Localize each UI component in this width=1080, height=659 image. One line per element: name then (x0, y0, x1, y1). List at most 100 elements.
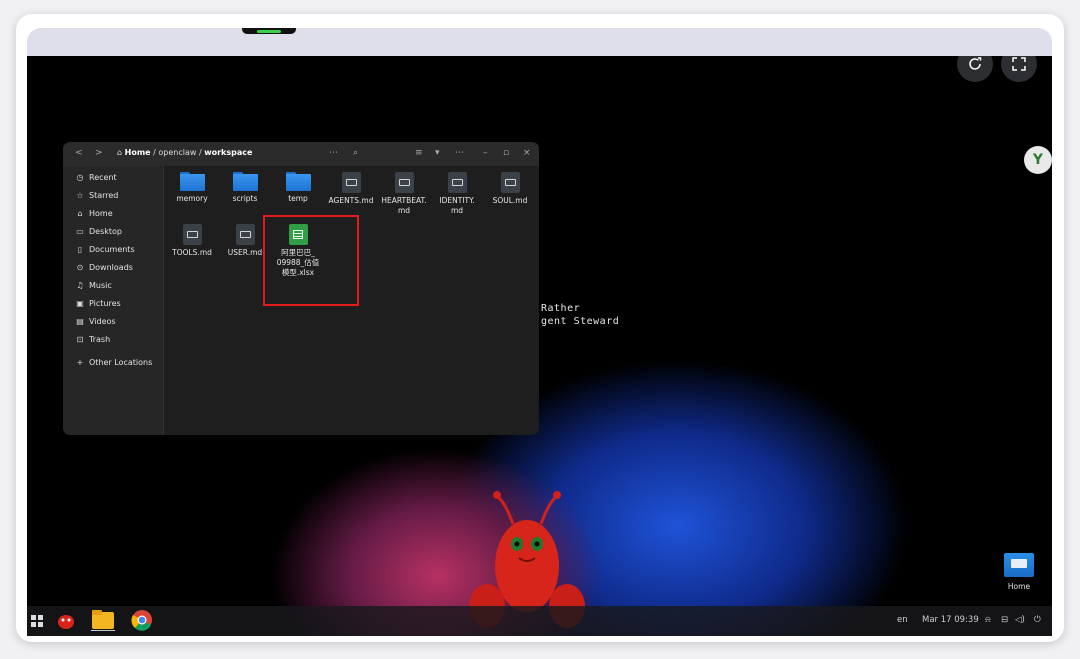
app-grid-icon[interactable] (31, 615, 43, 627)
search-icon[interactable]: ⌕ (353, 148, 358, 158)
breadcrumb-openclaw[interactable]: openclaw (158, 148, 196, 157)
trash-icon: ⊡ (76, 334, 84, 344)
sidebar-item-pictures[interactable]: ▣ Pictures (75, 296, 121, 310)
wallpaper-text-line2: gent Steward (541, 316, 620, 327)
sidebar-item-other-locations[interactable]: + Other Locations (75, 355, 153, 369)
desktop-icon: ▭ (76, 226, 84, 236)
star-icon: ☆ (76, 190, 84, 200)
markdown-file-icon (500, 172, 520, 193)
sidebar-item-label: Other Locations (89, 357, 153, 367)
sidebar-item-label: Home (89, 208, 113, 218)
places-sidebar: ◷ Recent ☆ Starred ⌂ Home ▭ Desktop ▯ Documen… (63, 166, 164, 435)
breadcrumb-separator: / (198, 148, 202, 157)
lobster-app-icon[interactable] (55, 611, 77, 631)
breadcrumb-home[interactable]: Home (125, 148, 151, 157)
reload-icon (969, 57, 982, 70)
desktop-home-shortcut[interactable]: Home (1002, 553, 1036, 591)
maximize-icon[interactable]: ▫ (503, 148, 509, 158)
sidebar-item-label: Trash (89, 334, 111, 344)
file-name: scripts (232, 194, 258, 203)
wallpaper-text-line1: Rather (541, 303, 581, 314)
markdown-file-icon (235, 224, 255, 245)
close-icon[interactable]: × (523, 148, 531, 158)
file-manager-window[interactable]: < > ⌂ Home / openclaw / workspace ⋯ ⌕ ≡ … (63, 142, 539, 435)
sidebar-item-label: Recent (89, 172, 117, 182)
network-icon[interactable]: ⊟ (1001, 615, 1008, 625)
home-crumb-icon[interactable]: ⌂ (117, 148, 122, 157)
sidebar-item-label: Pictures (89, 298, 121, 308)
sidebar-item-label: Starred (89, 190, 119, 200)
breadcrumb-separator: / (153, 148, 156, 157)
view-options-chevron-icon[interactable]: ▾ (435, 148, 440, 158)
sidebar-item-videos[interactable]: ▤ Videos (75, 314, 116, 328)
downloads-icon: ⊙ (76, 262, 84, 272)
breadcrumb: ⌂ Home / openclaw / workspace (117, 148, 252, 157)
more-menu-icon[interactable]: ⋯ (455, 148, 464, 158)
file-name: IDENTITY. md (439, 196, 475, 215)
sidebar-item-music[interactable]: ♫ Music (75, 278, 112, 292)
sidebar-item-home[interactable]: ⌂ Home (75, 206, 113, 220)
power-icon[interactable]: ⏻ (1034, 615, 1041, 625)
sidebar-item-label: Music (89, 280, 112, 290)
file-item-temp[interactable]: temp (269, 172, 327, 204)
camera-indicator (257, 30, 281, 33)
back-icon[interactable]: < (75, 148, 83, 158)
file-item-heartbeat-md[interactable]: HEARTBEAT. md (375, 172, 433, 216)
folder-icon (232, 172, 258, 191)
file-name: TOOLS.md (172, 248, 212, 257)
forward-icon[interactable]: > (95, 148, 103, 158)
file-item-memory[interactable]: memory (163, 172, 221, 204)
desktop-home-label: Home (1007, 582, 1031, 591)
file-name: SOUL.md (492, 196, 528, 205)
notifications-off-icon[interactable]: ⍾ (985, 615, 991, 625)
sidebar-item-label: Documents (89, 244, 135, 254)
sidebar-item-trash[interactable]: ⊡ Trash (75, 332, 111, 346)
sidebar-item-starred[interactable]: ☆ Starred (75, 188, 118, 202)
fullscreen-icon (1012, 57, 1026, 71)
music-icon: ♫ (76, 280, 84, 290)
sidebar-item-label: Desktop (89, 226, 122, 236)
file-item-agents-md[interactable]: AGENTS.md (322, 172, 380, 206)
file-manager-titlebar: < > ⌂ Home / openclaw / workspace ⋯ ⌕ ≡ … (63, 142, 539, 166)
file-name: AGENTS.md (328, 196, 374, 205)
plus-icon: + (76, 357, 84, 367)
path-menu-icon[interactable]: ⋯ (329, 148, 338, 158)
sidebar-item-documents[interactable]: ▯ Documents (75, 242, 135, 256)
folder-icon (179, 172, 205, 191)
breadcrumb-workspace[interactable]: workspace (204, 148, 252, 157)
sidebar-item-desktop[interactable]: ▭ Desktop (75, 224, 122, 238)
device-frame: Y Rather gent Steward < > ⌂ Home / openc… (16, 14, 1064, 642)
markdown-file-icon (394, 172, 414, 193)
documents-icon: ▯ (77, 244, 83, 254)
file-item-soul-md[interactable]: SOUL.md (481, 172, 539, 206)
folder-icon (285, 172, 311, 191)
remote-desktop-screen[interactable]: Y Rather gent Steward < > ⌂ Home / openc… (27, 56, 1052, 636)
markdown-file-icon (182, 224, 202, 245)
browser-top-bar (27, 28, 1052, 56)
sidebar-item-label: Downloads (89, 262, 133, 272)
list-view-icon[interactable]: ≡ (415, 148, 423, 158)
pictures-icon: ▣ (76, 298, 84, 308)
file-item-tools-md[interactable]: TOOLS.md (163, 224, 221, 258)
clock-icon: ◷ (76, 172, 84, 182)
input-language[interactable]: en (897, 615, 908, 625)
file-item-scripts[interactable]: scripts (216, 172, 274, 204)
sidebar-item-label: Videos (89, 316, 116, 326)
selection-highlight-box (263, 215, 359, 306)
markdown-file-icon (341, 172, 361, 193)
videos-icon: ▤ (76, 316, 84, 326)
home-icon: ⌂ (77, 208, 83, 218)
taskbar: en Mar 17 09:39 ⍾ ⊟ ◁) ⏻ (27, 606, 1052, 636)
files-app-icon[interactable] (91, 609, 115, 631)
file-name: memory (176, 194, 208, 203)
chrome-icon[interactable] (131, 609, 153, 631)
file-name: HEARTBEAT. md (381, 196, 427, 215)
minimize-icon[interactable]: – (483, 148, 488, 158)
clock-datetime[interactable]: Mar 17 09:39 (922, 615, 979, 625)
sidebar-item-downloads[interactable]: ⊙ Downloads (75, 260, 133, 274)
file-item-identity-md[interactable]: IDENTITY. md (428, 172, 486, 216)
volume-icon[interactable]: ◁) (1015, 615, 1025, 625)
computer-icon (1004, 553, 1034, 577)
sidebar-item-recent[interactable]: ◷ Recent (75, 170, 117, 184)
extension-badge[interactable]: Y (1024, 146, 1052, 174)
